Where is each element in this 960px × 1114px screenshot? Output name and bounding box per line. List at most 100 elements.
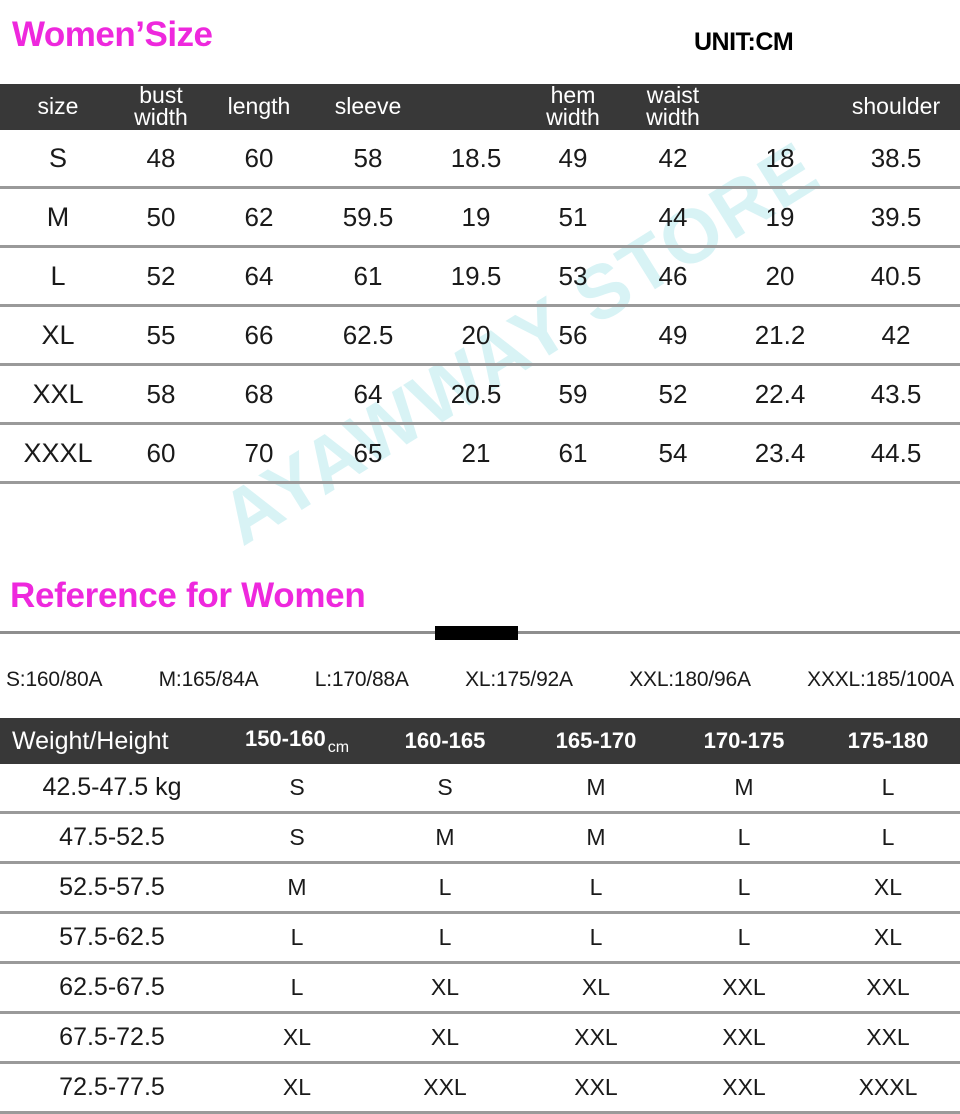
cell-waist-width: 44: [618, 187, 728, 248]
cell-size: XXL: [0, 364, 116, 425]
cell-col8: 23.4: [728, 423, 832, 484]
cell-size-150-160: S: [224, 812, 370, 864]
col-header-hem-width: hem width: [528, 83, 618, 130]
cell-size-165-170: XXL: [520, 1012, 672, 1064]
cell-size-175-180: L: [816, 764, 960, 814]
col-header-blank-1: [424, 84, 528, 130]
cell-shoulder: 42: [832, 305, 960, 366]
cell-sleeve: 61: [312, 246, 424, 307]
col-header-waist-line2: width: [646, 103, 700, 130]
cell-size-175-180: XXXL: [816, 1062, 960, 1114]
cell-col5: 19: [424, 187, 528, 248]
cell-hem-width: 61: [528, 423, 618, 484]
cell-size-175-180: XXL: [816, 962, 960, 1014]
section-divider: [0, 626, 960, 640]
col-header-size: size: [0, 84, 116, 130]
cell-col5: 20: [424, 305, 528, 366]
cell-bust-width: 55: [116, 305, 206, 366]
cell-col8: 21.2: [728, 305, 832, 366]
cell-size-165-170: L: [520, 862, 672, 914]
col-header-waist-width: waist width: [618, 83, 728, 130]
cell-size-175-180: XL: [816, 912, 960, 964]
col-header-hem-line2: width: [546, 103, 600, 130]
cell-size-160-165: L: [370, 862, 520, 914]
table-row: 72.5-77.5 XL XXL XXL XXL XXXL: [0, 1062, 960, 1114]
cell-size-170-175: L: [672, 862, 816, 914]
cell-size: XXXL: [0, 423, 116, 484]
page-title-women-size: Women’Size: [12, 15, 213, 54]
cell-size-160-165: XL: [370, 962, 520, 1014]
cell-size: M: [0, 187, 116, 248]
reference-code-xxxl: XXXL:185/100A: [807, 668, 954, 691]
cell-col8: 19: [728, 187, 832, 248]
cell-sleeve: 65: [312, 423, 424, 484]
cell-hem-width: 51: [528, 187, 618, 248]
col-header-length: length: [206, 84, 312, 130]
table-row: 67.5-72.5 XL XL XXL XXL XXL: [0, 1012, 960, 1064]
cell-length: 64: [206, 246, 312, 307]
cell-col8: 20: [728, 246, 832, 307]
cell-size-165-170: XXL: [520, 1062, 672, 1114]
table-row: 52.5-57.5 M L L L XL: [0, 862, 960, 914]
cell-col5: 18.5: [424, 130, 528, 189]
col-header-blank-2: [728, 84, 832, 130]
cell-sleeve: 62.5: [312, 305, 424, 366]
cell-size-165-170: XL: [520, 962, 672, 1014]
reference-codes-row: S:160/80A M:165/84A L:170/88A XL:175/92A…: [0, 668, 960, 692]
cell-size-150-160: XL: [224, 1012, 370, 1064]
reference-code-l: L:170/88A: [314, 668, 409, 691]
cell-length: 68: [206, 364, 312, 425]
cell-bust-width: 60: [116, 423, 206, 484]
reference-code-m: M:165/84A: [158, 668, 259, 691]
cell-hem-width: 56: [528, 305, 618, 366]
cell-size: XL: [0, 305, 116, 366]
divider-knob: [435, 626, 518, 640]
cell-size: S: [0, 130, 116, 189]
col-header-height-175-180: 175-180: [847, 728, 929, 753]
col-header-bust-line2: width: [134, 103, 188, 130]
section-title-reference-for-women: Reference for Women: [10, 576, 366, 615]
cell-col8: 22.4: [728, 364, 832, 425]
cell-length: 70: [206, 423, 312, 484]
col-header-bust-width: bust width: [116, 83, 206, 130]
table-row: 57.5-62.5 L L L L XL: [0, 912, 960, 964]
cell-size-150-160: XL: [224, 1062, 370, 1114]
reference-code-s: S:160/80A: [6, 668, 103, 691]
cell-size-175-180: L: [816, 812, 960, 864]
cell-size-170-175: L: [672, 812, 816, 864]
col-header-shoulder: shoulder: [832, 84, 960, 130]
reference-code-xxl: XXL:180/96A: [629, 668, 751, 691]
cell-size-150-160: M: [224, 862, 370, 914]
cell-size-160-165: S: [370, 764, 520, 814]
table-row: M 50 62 59.5 19 51 44 19 39.5: [0, 187, 960, 248]
table-row: 42.5-47.5 kg S S M M L: [0, 764, 960, 814]
cell-size-160-165: XXL: [370, 1062, 520, 1114]
cell-sleeve: 64: [312, 364, 424, 425]
cell-shoulder: 44.5: [832, 423, 960, 484]
cell-bust-width: 50: [116, 187, 206, 248]
cell-weight-range: 72.5-77.5: [0, 1062, 224, 1114]
cell-weight-range: 57.5-62.5: [0, 912, 224, 964]
cell-weight-range: 47.5-52.5: [0, 812, 224, 864]
reference-table: Weight/Height 150-160 cm 160-165 165-170 …: [0, 718, 960, 1114]
cell-size-175-180: XL: [816, 862, 960, 914]
table-row: XXL 58 68 64 20.5 59 52 22.4 43.5: [0, 364, 960, 425]
col-header-length-label: length: [227, 93, 291, 120]
cell-col5: 19.5: [424, 246, 528, 307]
cell-bust-width: 52: [116, 246, 206, 307]
cell-size-170-175: XXL: [672, 1062, 816, 1114]
unit-label: UNIT:CM: [694, 28, 794, 56]
cell-shoulder: 43.5: [832, 364, 960, 425]
cell-weight-range: 67.5-72.5: [0, 1012, 224, 1064]
cell-size-160-165: XL: [370, 1012, 520, 1064]
cell-size-165-170: L: [520, 912, 672, 964]
cell-sleeve: 59.5: [312, 187, 424, 248]
cell-size-165-170: M: [520, 812, 672, 864]
cell-size: L: [0, 246, 116, 307]
col-header-height-160-165: 160-165: [404, 728, 486, 753]
reference-table-container: Weight/Height 150-160 cm 160-165 165-170 …: [0, 718, 960, 1114]
cell-size-170-175: M: [672, 764, 816, 814]
size-table-header-row: size bust width length sleeve hem width …: [0, 83, 960, 130]
reference-table-header-row: Weight/Height 150-160 cm 160-165 165-170 …: [0, 718, 960, 764]
reference-table-body: 42.5-47.5 kg S S M M L 47.5-52.5 S M M L…: [0, 764, 960, 1114]
